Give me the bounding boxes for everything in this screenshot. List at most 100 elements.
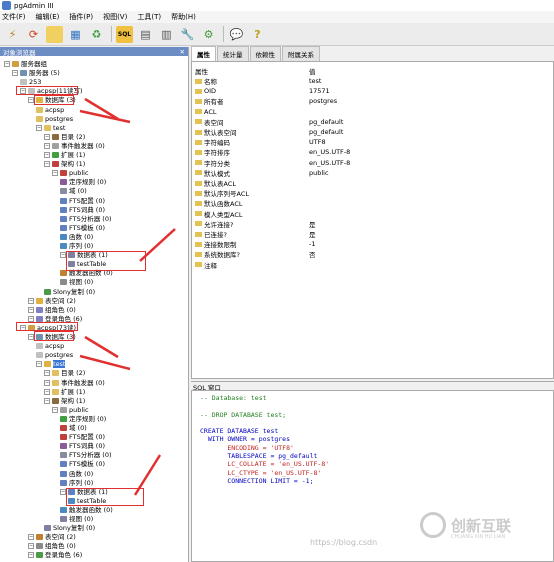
connect-icon[interactable]: ⚡ [4, 26, 21, 43]
property-row[interactable]: ACL [192, 107, 553, 117]
tab-properties[interactable]: 属性 [191, 46, 216, 61]
property-icon [195, 149, 202, 155]
create-object-icon[interactable]: ▦ [67, 26, 84, 43]
menu-plugins[interactable]: 插件(P) [69, 12, 93, 22]
property-icon [195, 190, 202, 196]
property-name: ACL [195, 108, 217, 116]
maintenance-icon[interactable]: 🔧 [179, 26, 196, 43]
property-row[interactable]: 允许连接? 是 [192, 219, 553, 229]
title-bar: pgAdmin III [0, 0, 554, 11]
property-row[interactable]: OID 17571 [192, 86, 553, 96]
toolbar-separator [223, 26, 224, 42]
menu-tools[interactable]: 工具(T) [137, 12, 161, 22]
property-icon [195, 180, 202, 186]
property-name: 注释 [195, 260, 217, 270]
property-name: 默认函数ACL [195, 198, 243, 208]
property-value: public [309, 168, 329, 177]
plugins-icon[interactable]: ⚙ [200, 26, 217, 43]
sql-icon[interactable]: SQL [116, 25, 133, 43]
column-header-property: 属性 [195, 68, 208, 76]
property-row[interactable]: 名称 test [192, 76, 553, 86]
arrow-line [84, 335, 119, 359]
property-name-text: 字符分类 [204, 159, 230, 168]
property-name-text: 注释 [204, 261, 217, 270]
brand-watermark: 创新互联 CHUANG XIN HU LIAN [420, 512, 511, 540]
sql-line: LC_COLLATE = 'en_US.UTF-8' [200, 460, 330, 469]
property-row[interactable]: 默认表ACL [192, 178, 553, 188]
property-name-text: 默认模式 [204, 169, 230, 178]
help-icon[interactable]: ? [249, 26, 266, 43]
sql-line: CREATE DATABASE test [200, 427, 279, 436]
arrow-line [139, 228, 176, 262]
property-name: 连接数限制 [195, 239, 237, 249]
property-row[interactable]: 模人类型ACL [192, 209, 553, 219]
property-name-text: 已连接? [204, 231, 227, 239]
filter-icon[interactable]: ▥ [158, 26, 175, 43]
property-value: en_US.UTF-8 [309, 158, 351, 167]
property-value: 是 [309, 220, 316, 229]
property-name: 已连接? [195, 229, 227, 239]
property-name-text: 表空间 [204, 118, 224, 127]
property-name-text: 字符编码 [204, 139, 230, 148]
property-row[interactable]: 系统数据库? 否 [192, 249, 553, 259]
property-row[interactable]: 注释 [192, 260, 553, 270]
property-row[interactable]: 表空间 pg_default [192, 117, 553, 127]
hint-icon[interactable]: 💬 [228, 26, 245, 43]
menu-file[interactable]: 文件(F) [2, 12, 26, 22]
property-name: 字符编码 [195, 137, 230, 147]
refresh-icon[interactable]: ⟳ [25, 26, 42, 43]
delete-icon[interactable]: ♻ [88, 26, 105, 43]
brand-logo [420, 512, 446, 538]
property-name-text: 模人类型ACL [204, 210, 243, 219]
property-row[interactable]: 默认函数ACL [192, 198, 553, 208]
property-name: 字符排序 [195, 147, 230, 157]
sql-line: CONNECTION LIMIT = -1; [200, 476, 314, 485]
menu-view[interactable]: 视图(V) [103, 12, 127, 22]
property-name: 默认模式 [195, 168, 230, 178]
properties-header: 属性 值 [192, 66, 553, 76]
menu-edit[interactable]: 编辑(E) [36, 12, 60, 22]
tab-dependents[interactable]: 附属关系 [282, 46, 320, 61]
sql-line: LC_CTYPE = 'en_US.UTF-8' [200, 468, 322, 477]
property-row[interactable]: 所有者 postgres [192, 96, 553, 106]
property-value: -1 [309, 240, 316, 249]
arrow-line [133, 454, 162, 496]
property-row[interactable]: 字符编码 UTF8 [192, 137, 553, 147]
property-name: 默认表ACL [195, 178, 236, 188]
property-icon [195, 109, 202, 115]
properties-icon[interactable] [46, 25, 63, 43]
view-data-icon[interactable]: ▤ [137, 26, 154, 43]
property-row[interactable]: 已连接? 是 [192, 229, 553, 239]
property-row[interactable]: 字符分类 en_US.UTF-8 [192, 158, 553, 168]
property-icon [195, 221, 202, 227]
property-name-text: 允许连接? [204, 220, 234, 229]
app-icon [2, 1, 11, 10]
tab-dependencies[interactable]: 依赖性 [249, 46, 281, 61]
detail-tabs: 属性 统计量 依赖性 附属关系 [191, 46, 554, 61]
property-value: UTF8 [309, 138, 326, 147]
property-icon [195, 129, 202, 135]
object-browser: 对象浏览器 ✕ − 服务器组 − 服务器 (5) 253− acpsp(11读写) − 数据库… [0, 47, 189, 562]
property-icon [195, 231, 202, 237]
property-row[interactable]: 连接数限制 -1 [192, 239, 553, 249]
menu-help[interactable]: 帮助(H) [171, 12, 196, 22]
menu-bar: 文件(F) 编辑(E) 插件(P) 视图(V) 工具(T) 帮助(H) [0, 11, 554, 23]
sql-line [200, 402, 545, 410]
column-header-value: 值 [309, 68, 316, 76]
property-name-text: OID [204, 87, 217, 96]
property-row[interactable]: 默认模式 public [192, 168, 553, 178]
sql-line: -- DROP DATABASE test; [200, 410, 287, 419]
property-icon [195, 241, 202, 247]
property-name-text: 字符排序 [204, 149, 230, 158]
sql-line: -- Database: test [200, 394, 267, 402]
property-icon [195, 251, 202, 257]
property-row[interactable]: 默认表空间 pg_default [192, 127, 553, 137]
property-icon [195, 78, 202, 84]
property-name: 系统数据库? [195, 249, 240, 259]
property-name-text: 所有者 [204, 98, 224, 107]
tab-statistics[interactable]: 统计量 [217, 46, 249, 61]
property-row[interactable]: 默认序列号ACL [192, 188, 553, 198]
sql-line: ENCODING = 'UTF8' [200, 443, 294, 452]
property-icon [195, 98, 202, 104]
property-row[interactable]: 字符排序 en_US.UTF-8 [192, 147, 553, 157]
